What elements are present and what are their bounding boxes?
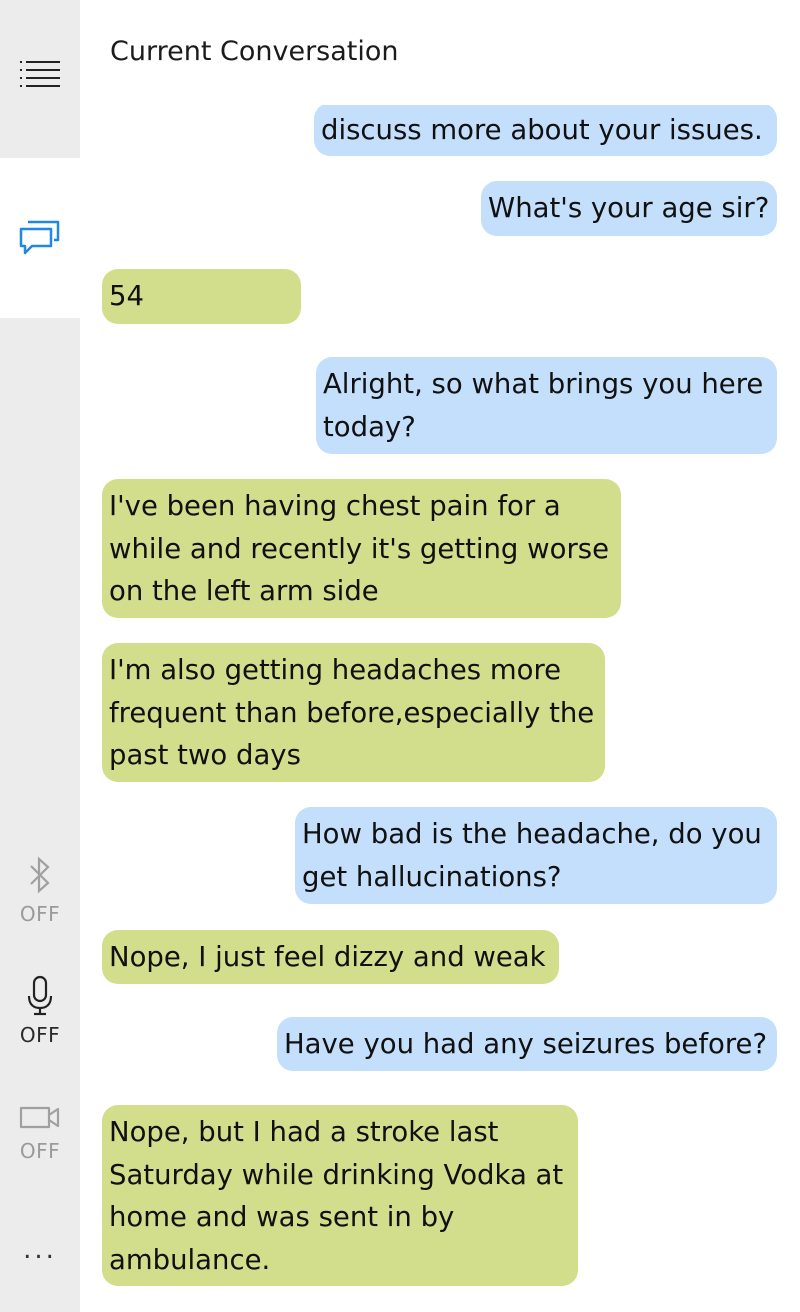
hamburger-list-icon bbox=[18, 57, 62, 101]
bluetooth-status: OFF bbox=[19, 902, 61, 926]
message-sent: discuss more about your issues. bbox=[314, 105, 777, 156]
page-title: Current Conversation bbox=[110, 36, 399, 67]
message-received: Nope, I just feel dizzy and weak bbox=[102, 930, 559, 984]
more-button[interactable]: ... bbox=[0, 1218, 80, 1282]
conversation-button[interactable] bbox=[0, 158, 80, 318]
conversation-list[interactable]: discuss more about your issues. What's y… bbox=[80, 105, 800, 1312]
menu-button[interactable] bbox=[0, 0, 80, 158]
app-window: OFF OFF OFF ... Current Conversation dis… bbox=[0, 0, 800, 1312]
bluetooth-icon bbox=[25, 855, 55, 899]
message-received: I've been having chest pain for a while … bbox=[102, 479, 621, 618]
microphone-status: OFF bbox=[19, 1023, 61, 1047]
message-received: I'm also getting headaches more frequent… bbox=[102, 643, 605, 782]
more-dots-icon: ... bbox=[23, 1235, 57, 1265]
video-camera-icon bbox=[18, 1102, 62, 1136]
microphone-icon bbox=[25, 974, 55, 1020]
message-received: Nope, but I had a stroke last Saturday w… bbox=[102, 1105, 578, 1286]
bluetooth-toggle[interactable]: OFF bbox=[0, 848, 80, 932]
chat-bubbles-icon bbox=[18, 216, 62, 260]
message-received: 54 bbox=[102, 269, 301, 324]
microphone-toggle[interactable]: OFF bbox=[0, 968, 80, 1052]
message-sent: Have you had any seizures before? bbox=[277, 1017, 777, 1071]
message-sent: What's your age sir? bbox=[481, 181, 777, 236]
camera-toggle[interactable]: OFF bbox=[0, 1090, 80, 1174]
message-sent: Alright, so what brings you here today? bbox=[316, 357, 777, 454]
sidebar: OFF OFF OFF ... bbox=[0, 0, 80, 1312]
camera-status: OFF bbox=[19, 1139, 61, 1163]
message-sent: How bad is the headache, do you get hall… bbox=[295, 807, 777, 904]
